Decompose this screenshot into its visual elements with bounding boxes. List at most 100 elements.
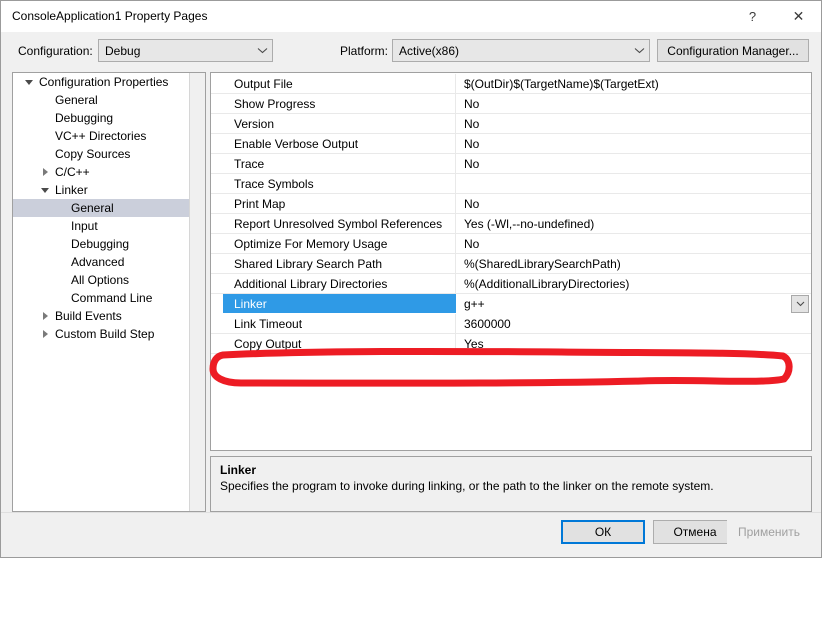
tree-item-label: C/C++ [55, 165, 90, 179]
configuration-dropdown[interactable]: Debug [98, 39, 273, 62]
property-name-text: Optimize For Memory Usage [234, 236, 388, 251]
property-row[interactable]: Enable Verbose Output No [211, 134, 811, 154]
property-row[interactable]: Copy Output Yes [211, 334, 811, 354]
property-value-cell: No [456, 234, 811, 253]
chevron-down-icon[interactable] [21, 79, 37, 85]
property-value-text: No [464, 136, 480, 151]
chevron-down-icon[interactable] [37, 187, 53, 193]
tree-item-copy-sources[interactable]: Copy Sources [13, 145, 205, 163]
property-name-cell: Version [211, 114, 456, 133]
tree-item-input[interactable]: Input [13, 217, 205, 235]
configuration-manager-button[interactable]: Configuration Manager... [657, 39, 809, 62]
property-value-cell: No [456, 154, 811, 173]
tree-item-label: VC++ Directories [55, 129, 147, 143]
tree-item-label: Linker [55, 183, 88, 197]
property-grid-rows: Output File $(OutDir)$(TargetName)$(Targe… [211, 74, 811, 354]
tree-item-label: Command Line [71, 291, 153, 305]
tree-item-label: Custom Build Step [55, 327, 155, 341]
property-row[interactable]: Optimize For Memory Usage No [211, 234, 811, 254]
close-button[interactable]: ✕ [776, 1, 821, 31]
chevron-right-icon[interactable] [37, 312, 53, 320]
platform-label: Platform: [340, 44, 389, 58]
property-value-text: Yes [464, 336, 484, 351]
property-name-text: Print Map [234, 196, 286, 211]
question-mark-icon: ? [748, 8, 757, 24]
property-value-text: %(SharedLibrarySearchPath) [464, 256, 621, 271]
dialog-footer: ОК Отмена Применить [1, 512, 821, 557]
property-value-editor[interactable]: g++ [456, 294, 811, 313]
apply-button[interactable]: Применить [727, 520, 811, 544]
property-name-text: Version [234, 116, 275, 131]
cancel-button[interactable]: Отмена [653, 520, 737, 544]
property-name-text: Linker [234, 296, 267, 311]
property-value-cell: No [456, 114, 811, 133]
description-title: Linker [220, 463, 257, 477]
property-value-cell: %(AdditionalLibraryDirectories) [456, 274, 811, 293]
property-name-cell: Enable Verbose Output [211, 134, 456, 153]
platform-dropdown-value: Active(x86) [399, 43, 460, 58]
tree-item-label: Advanced [71, 255, 125, 269]
property-row[interactable]: Print Map No [211, 194, 811, 214]
property-value-cell: %(SharedLibrarySearchPath) [456, 254, 811, 273]
tree-item-label: Build Events [55, 309, 122, 323]
chevron-right-icon[interactable] [37, 168, 53, 176]
tree-item-debugging[interactable]: Debugging [13, 109, 205, 127]
ok-button[interactable]: ОК [561, 520, 645, 544]
help-button[interactable]: ? [730, 1, 775, 31]
chevron-down-icon [252, 47, 272, 54]
property-row[interactable]: Additional Library Directories %(Addition… [211, 274, 811, 294]
property-row[interactable]: Show Progress No [211, 94, 811, 114]
tree-item-vc-directories[interactable]: VC++ Directories [13, 127, 205, 145]
tree-item-c-c[interactable]: C/C++ [13, 163, 205, 181]
platform-dropdown[interactable]: Active(x86) [392, 39, 650, 62]
tree-item-linker[interactable]: Linker [13, 181, 205, 199]
property-value-dropdown-button[interactable] [791, 295, 809, 313]
property-row[interactable]: Trace No [211, 154, 811, 174]
chevron-down-icon [629, 47, 649, 54]
property-name-cell: Trace [211, 154, 456, 173]
configuration-bar: Configuration: Debug Platform: Active(x8… [1, 32, 821, 72]
tree-item-general[interactable]: General [13, 199, 205, 217]
property-value-cell: No [456, 134, 811, 153]
chevron-right-icon[interactable] [37, 330, 53, 338]
description-pane: Linker Specifies the program to invoke d… [210, 456, 812, 512]
tree-item-list: Configuration Properties General Debugging… [13, 73, 205, 343]
property-value-cell: 3600000 [456, 314, 811, 333]
tree-item-advanced[interactable]: Advanced [13, 253, 205, 271]
property-grid[interactable]: Output File $(OutDir)$(TargetName)$(Targe… [210, 72, 812, 451]
property-row[interactable]: Link Timeout 3600000 [211, 314, 811, 334]
property-value-text: 3600000 [464, 316, 511, 331]
tree-item-build-events[interactable]: Build Events [13, 307, 205, 325]
tree-item-general[interactable]: General [13, 91, 205, 109]
property-row[interactable]: Linker g++ [211, 294, 811, 314]
tree-item-label: General [55, 93, 98, 107]
property-value-text: g++ [464, 296, 485, 311]
tree-item-command-line[interactable]: Command Line [13, 289, 205, 307]
property-row[interactable]: Report Unresolved Symbol References Yes (… [211, 214, 811, 234]
property-name-text: Copy Output [234, 336, 302, 351]
tree-item-custom-build-step[interactable]: Custom Build Step [13, 325, 205, 343]
title-bar: ConsoleApplication1 Property Pages ? ✕ [1, 1, 821, 32]
property-value-text: No [464, 156, 480, 171]
description-text: Specifies the program to invoke during l… [220, 479, 714, 493]
tree-item-configuration-properties[interactable]: Configuration Properties [13, 73, 205, 91]
tree-scrollbar[interactable] [189, 73, 205, 511]
property-value-text: %(AdditionalLibraryDirectories) [464, 276, 630, 291]
property-name-text: Link Timeout [234, 316, 303, 331]
dialog-body: Configuration Properties General Debugging… [1, 72, 821, 512]
property-name-cell: Optimize For Memory Usage [211, 234, 456, 253]
property-name-cell: Link Timeout [211, 314, 456, 333]
property-row[interactable]: Shared Library Search Path %(SharedLibrar… [211, 254, 811, 274]
property-pages-dialog: ConsoleApplication1 Property Pages ? ✕ C… [0, 0, 822, 558]
property-row[interactable]: Version No [211, 114, 811, 134]
property-value-cell: Yes [456, 334, 811, 353]
configuration-dropdown-value: Debug [105, 43, 141, 58]
property-value-text: Yes (-Wl,--no-undefined) [464, 216, 595, 231]
tree-item-all-options[interactable]: All Options [13, 271, 205, 289]
tree-item-debugging[interactable]: Debugging [13, 235, 205, 253]
property-row[interactable]: Trace Symbols [211, 174, 811, 194]
configuration-tree[interactable]: Configuration Properties General Debugging… [12, 72, 206, 512]
property-name-cell: Additional Library Directories [211, 274, 456, 293]
property-row[interactable]: Output File $(OutDir)$(TargetName)$(Targe… [211, 74, 811, 94]
property-name-cell: Linker [211, 294, 456, 313]
